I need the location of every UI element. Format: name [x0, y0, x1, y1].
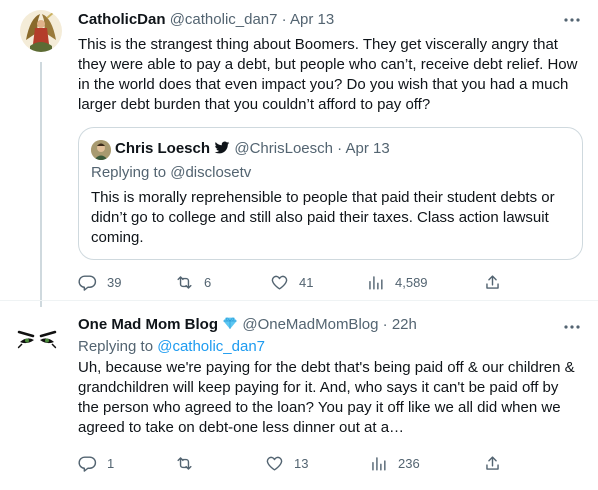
reply-count: 1	[107, 455, 115, 471]
tweet-header: One Mad Mom Blog @OneMadMomBlog · 22h	[78, 315, 417, 335]
separator: ·	[382, 316, 388, 333]
tweet-header: CatholicDan @catholic_dan7 · Apr 13	[78, 10, 334, 30]
retweet-count: 6	[204, 274, 212, 290]
timestamp[interactable]: Apr 13	[290, 11, 334, 28]
tweet-text: Uh, because we're paying for the debt th…	[78, 359, 575, 436]
quote-replying-to: Replying to @disclosetv	[91, 163, 251, 183]
tweet-catholicdan[interactable]: CatholicDan @catholic_dan7 · Apr 13 This…	[0, 0, 598, 307]
replying-to-handle[interactable]: @catholic_dan7	[157, 338, 265, 355]
views-count: 4,589	[395, 274, 428, 290]
heart-icon	[266, 456, 283, 471]
like-count: 13	[294, 455, 309, 471]
views-chart-icon	[372, 456, 386, 471]
display-name[interactable]: One Mad Mom Blog	[78, 316, 218, 333]
quote-header: Chris Loesch @ChrisLoesch · Apr 13	[115, 139, 390, 159]
angry-eyes-avatar-icon	[16, 318, 58, 360]
retweet-button[interactable]	[175, 451, 204, 475]
replying-to-label: Replying to	[91, 164, 167, 181]
heart-icon	[271, 275, 288, 290]
quoted-tweet[interactable]: Chris Loesch @ChrisLoesch · Apr 13 Reply…	[78, 127, 583, 260]
quote-user-handle[interactable]: @ChrisLoesch	[234, 140, 333, 157]
separator: ·	[337, 140, 343, 157]
retweet-icon	[177, 456, 192, 470]
like-count: 41	[299, 274, 314, 290]
views-button[interactable]: 4,589	[366, 270, 428, 294]
views-count: 236	[398, 455, 420, 471]
display-name[interactable]: CatholicDan	[78, 11, 166, 28]
share-button[interactable]	[483, 270, 502, 294]
views-chart-icon	[369, 275, 383, 290]
timestamp[interactable]: 22h	[392, 316, 417, 333]
tweet-onemadmomblog[interactable]: One Mad Mom Blog @OneMadMomBlog · 22h Re…	[0, 301, 598, 490]
reply-button[interactable]: 1	[78, 451, 114, 475]
archangel-avatar-icon	[20, 10, 62, 52]
reply-count: 39	[107, 274, 122, 290]
user-handle[interactable]: @OneMadMomBlog	[242, 316, 378, 333]
quote-display-name[interactable]: Chris Loesch	[115, 140, 210, 157]
views-button[interactable]: 236	[369, 451, 420, 475]
share-icon	[486, 274, 499, 289]
action-bar: 39 6 41 4,589	[0, 270, 598, 294]
like-button[interactable]: 41	[270, 270, 313, 294]
action-bar: 1 13 236	[0, 451, 598, 475]
replying-to: Replying to @catholic_dan7	[78, 337, 265, 357]
retweet-button[interactable]: 6	[175, 270, 211, 294]
separator: ·	[281, 11, 287, 28]
quote-text: This is morally reprehensible to people …	[91, 189, 555, 246]
avatar[interactable]	[20, 10, 62, 52]
reply-icon	[78, 274, 97, 291]
quote-timestamp[interactable]: Apr 13	[346, 140, 390, 157]
retweet-icon	[177, 275, 192, 289]
reply-icon	[78, 455, 97, 472]
share-icon	[486, 455, 499, 470]
twitter-bird-icon	[214, 141, 230, 154]
diamond-emoji-icon	[223, 317, 237, 329]
more-options-icon[interactable]	[562, 317, 582, 337]
share-button[interactable]	[483, 451, 502, 475]
quote-avatar	[91, 140, 111, 160]
replying-to-label: Replying to	[78, 338, 154, 355]
user-handle[interactable]: @catholic_dan7	[170, 11, 278, 28]
more-options-icon[interactable]	[562, 10, 582, 30]
person-avatar-icon	[91, 140, 111, 160]
reply-button[interactable]: 39	[78, 270, 121, 294]
like-button[interactable]: 13	[265, 451, 308, 475]
avatar[interactable]	[16, 318, 58, 360]
replying-to-handle: @disclosetv	[170, 164, 252, 181]
tweet-text: This is the strangest thing about Boomer…	[78, 36, 578, 113]
